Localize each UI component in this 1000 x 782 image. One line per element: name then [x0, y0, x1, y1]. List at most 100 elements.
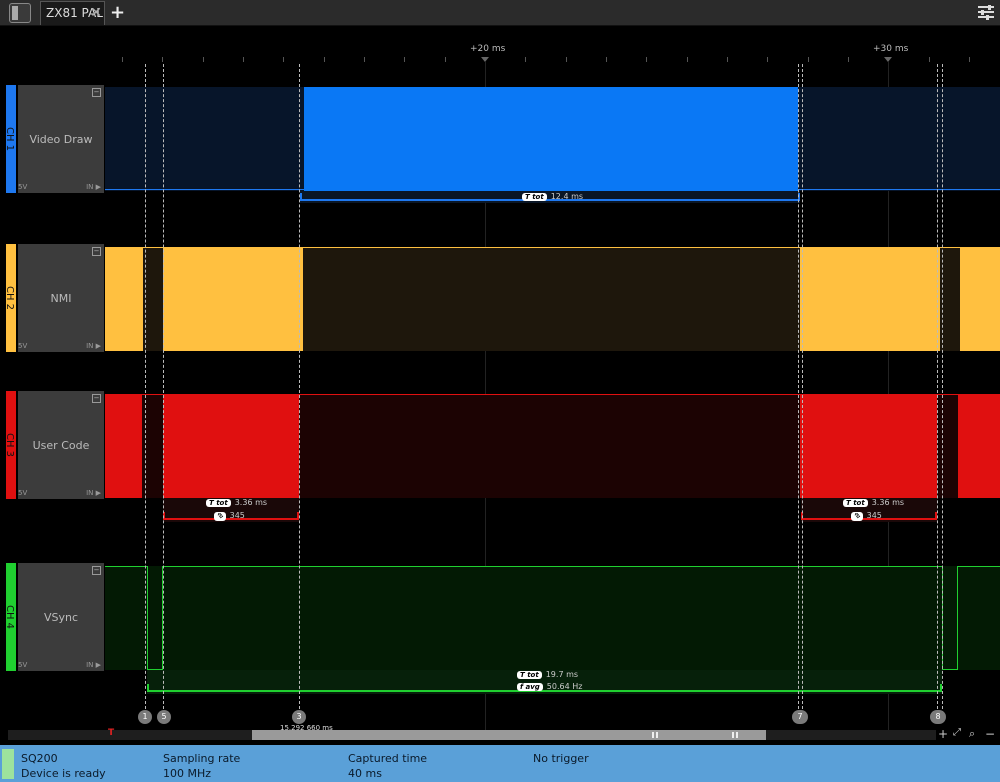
- time-tick: [122, 57, 123, 62]
- settings-sliders-icon[interactable]: [978, 5, 994, 20]
- top-bar: ZX81 PAL ✕ +: [0, 0, 1000, 26]
- captured-time-value: 40 ms: [348, 767, 382, 780]
- ch2-pulse-high: [163, 247, 303, 351]
- ch3-tag: CH 3: [4, 433, 15, 458]
- sampling-rate-label: Sampling rate: [163, 752, 241, 765]
- ch3-name: User Code: [32, 439, 90, 452]
- device-status-led: [2, 749, 14, 779]
- ch3-measure-count: ⮷ 345: [214, 511, 245, 521]
- time-tick: [606, 57, 607, 62]
- time-tick: [162, 57, 163, 62]
- cursor-line[interactable]: [299, 64, 300, 714]
- ch3-measure-ttot: T tot 3.36 ms: [206, 498, 267, 507]
- ch4-input: IN ▶: [86, 661, 101, 669]
- ch3-pulse-high: [800, 394, 937, 498]
- ch3-input: IN ▶: [86, 489, 101, 497]
- ch1-low-line: [105, 189, 304, 190]
- time-tick: [687, 57, 688, 62]
- device-info: SQ200 Device is ready: [21, 751, 106, 781]
- timeline-scrollbar[interactable]: T 15.292 660 ms: [8, 724, 936, 740]
- ch3-voltage: 5V: [18, 489, 28, 497]
- ch3-collapse-icon[interactable]: −: [92, 394, 101, 403]
- ch3-measure-count: ⮷ 345: [851, 511, 882, 521]
- ch4-label-box[interactable]: VSync − 5V IN ▶: [18, 563, 104, 671]
- trigger-marker: T: [108, 728, 115, 738]
- time-tick: [324, 57, 325, 62]
- waveform-area[interactable]: +20 ms +30 ms CH 1 Video Draw − 5V IN ▶ …: [0, 26, 1000, 742]
- ch4-edge: [147, 566, 148, 669]
- time-tick: [525, 57, 526, 62]
- cursor-line[interactable]: [145, 64, 146, 714]
- time-tick: [566, 57, 567, 62]
- cursor-line[interactable]: [163, 64, 164, 714]
- cursor-marker-8[interactable]: 8: [930, 710, 946, 724]
- zoom-search-icon[interactable]: ⌕: [969, 727, 975, 741]
- ch4-voltage: 5V: [18, 661, 28, 669]
- trigger-status[interactable]: No trigger: [533, 751, 589, 766]
- cursor-line[interactable]: [937, 64, 938, 714]
- ch4-measure-ttot: T tot 19.7 ms: [517, 670, 578, 679]
- time-label-30: +30 ms: [873, 44, 909, 54]
- ch2-name: NMI: [50, 292, 72, 305]
- cursor-marker-3[interactable]: 3: [292, 710, 306, 724]
- time-tick: [203, 57, 204, 62]
- ch2-tag: CH 2: [4, 286, 15, 311]
- zoom-out-icon[interactable]: −: [985, 727, 995, 741]
- device-state: Device is ready: [21, 767, 106, 780]
- ch1-low-line: [798, 189, 1000, 190]
- captured-time-label: Captured time: [348, 752, 428, 765]
- ch1-measure-ttot: T tot 12.4 ms: [522, 192, 583, 201]
- cursor-marker-1[interactable]: 1: [138, 710, 152, 724]
- ch3-pulse-high: [105, 394, 142, 498]
- ch4-collapse-icon[interactable]: −: [92, 566, 101, 575]
- time-tick: [646, 57, 647, 62]
- ch1-label-box[interactable]: Video Draw − 5V IN ▶: [18, 85, 104, 193]
- ch2-pulse-high: [800, 247, 940, 351]
- cursor-line[interactable]: [942, 64, 943, 714]
- ch4-high-line: [163, 566, 942, 567]
- ch3-pulse-high: [163, 394, 299, 498]
- ch4-name: VSync: [43, 611, 79, 624]
- device-name: SQ200: [21, 752, 58, 765]
- ch4-low-line: [942, 669, 958, 670]
- time-tick: [808, 57, 809, 62]
- ch2-label-box[interactable]: NMI − 5V IN ▶: [18, 244, 104, 352]
- ch2-voltage: 5V: [18, 342, 28, 350]
- sampling-rate[interactable]: Sampling rate 100 MHz: [163, 751, 240, 781]
- add-tab-icon[interactable]: +: [110, 2, 125, 23]
- cursor-line[interactable]: [798, 64, 799, 714]
- ch2-input: IN ▶: [86, 342, 101, 350]
- ch1-name: Video Draw: [29, 133, 93, 146]
- ch4-tag: CH 4: [4, 605, 15, 630]
- time-tick: [969, 57, 970, 62]
- ch2-collapse-icon[interactable]: −: [92, 247, 101, 256]
- sampling-rate-value: 100 MHz: [163, 767, 212, 780]
- ch4-measure-freq: f avg 50.64 Hz: [517, 682, 582, 691]
- time-tick: [404, 57, 405, 62]
- status-bar: SQ200 Device is ready Sampling rate 100 …: [0, 745, 1000, 782]
- time-tick: [929, 57, 930, 62]
- fit-view-icon[interactable]: ⤢: [953, 727, 961, 738]
- ch1-tag: CH 1: [4, 127, 15, 152]
- ch2-pulse-high: [105, 247, 143, 351]
- ch3-label-box[interactable]: User Code − 5V IN ▶: [18, 391, 104, 499]
- close-tab-icon[interactable]: ✕: [90, 2, 102, 25]
- time-tick: [767, 57, 768, 62]
- cursor-marker-5[interactable]: 5: [157, 710, 171, 724]
- ch4-track: [105, 566, 1000, 670]
- cursor-line[interactable]: [802, 64, 803, 714]
- time-tick: [364, 57, 365, 62]
- zoom-in-icon[interactable]: +: [938, 727, 948, 741]
- ch1-collapse-icon[interactable]: −: [92, 88, 101, 97]
- captured-time[interactable]: Captured time 40 ms: [348, 751, 427, 781]
- ch2-pulse-high: [960, 247, 1000, 351]
- time-tick: [283, 57, 284, 62]
- time-tick: [445, 57, 446, 62]
- scroll-time-readout: 15.292 660 ms: [280, 724, 333, 732]
- sidebar-toggle-button[interactable]: [9, 3, 31, 23]
- ch1-input: IN ▶: [86, 183, 101, 191]
- ch1-voltage: 5V: [18, 183, 28, 191]
- time-label-20: +20 ms: [470, 44, 506, 54]
- tab-zx81-pal[interactable]: ZX81 PAL ✕: [40, 1, 105, 25]
- cursor-marker-7[interactable]: 7: [792, 710, 808, 724]
